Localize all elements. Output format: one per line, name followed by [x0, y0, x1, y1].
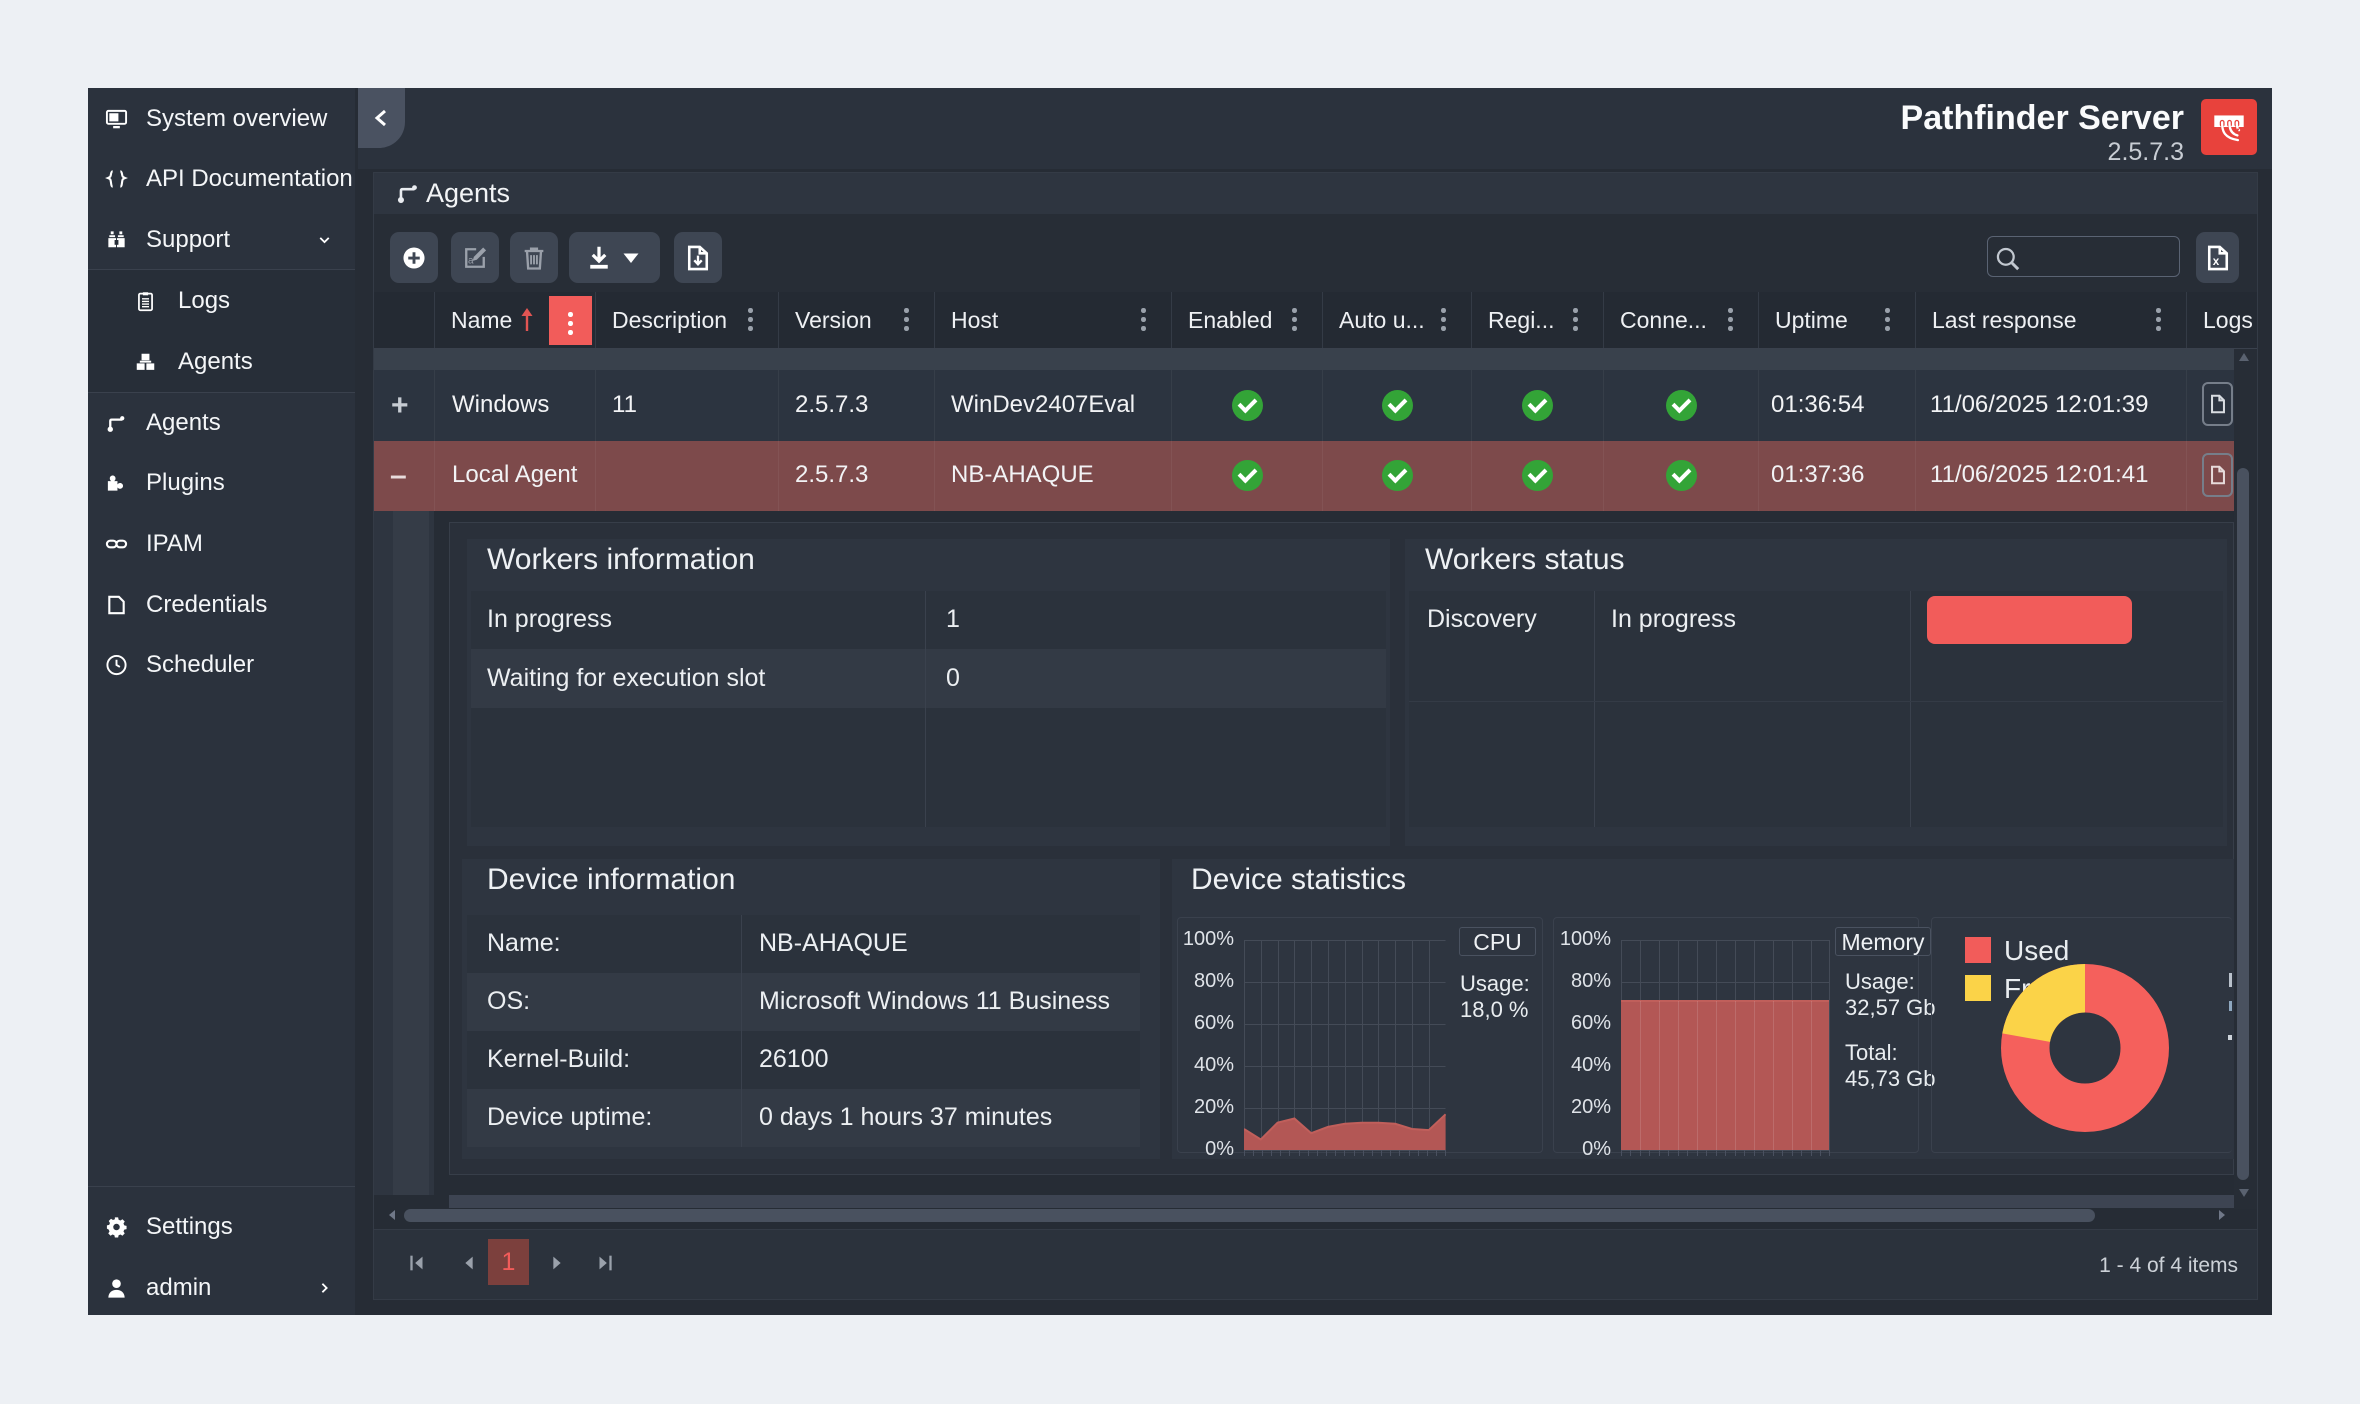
svg-text:a: a [468, 255, 474, 266]
svg-text:x: x [2212, 255, 2219, 268]
